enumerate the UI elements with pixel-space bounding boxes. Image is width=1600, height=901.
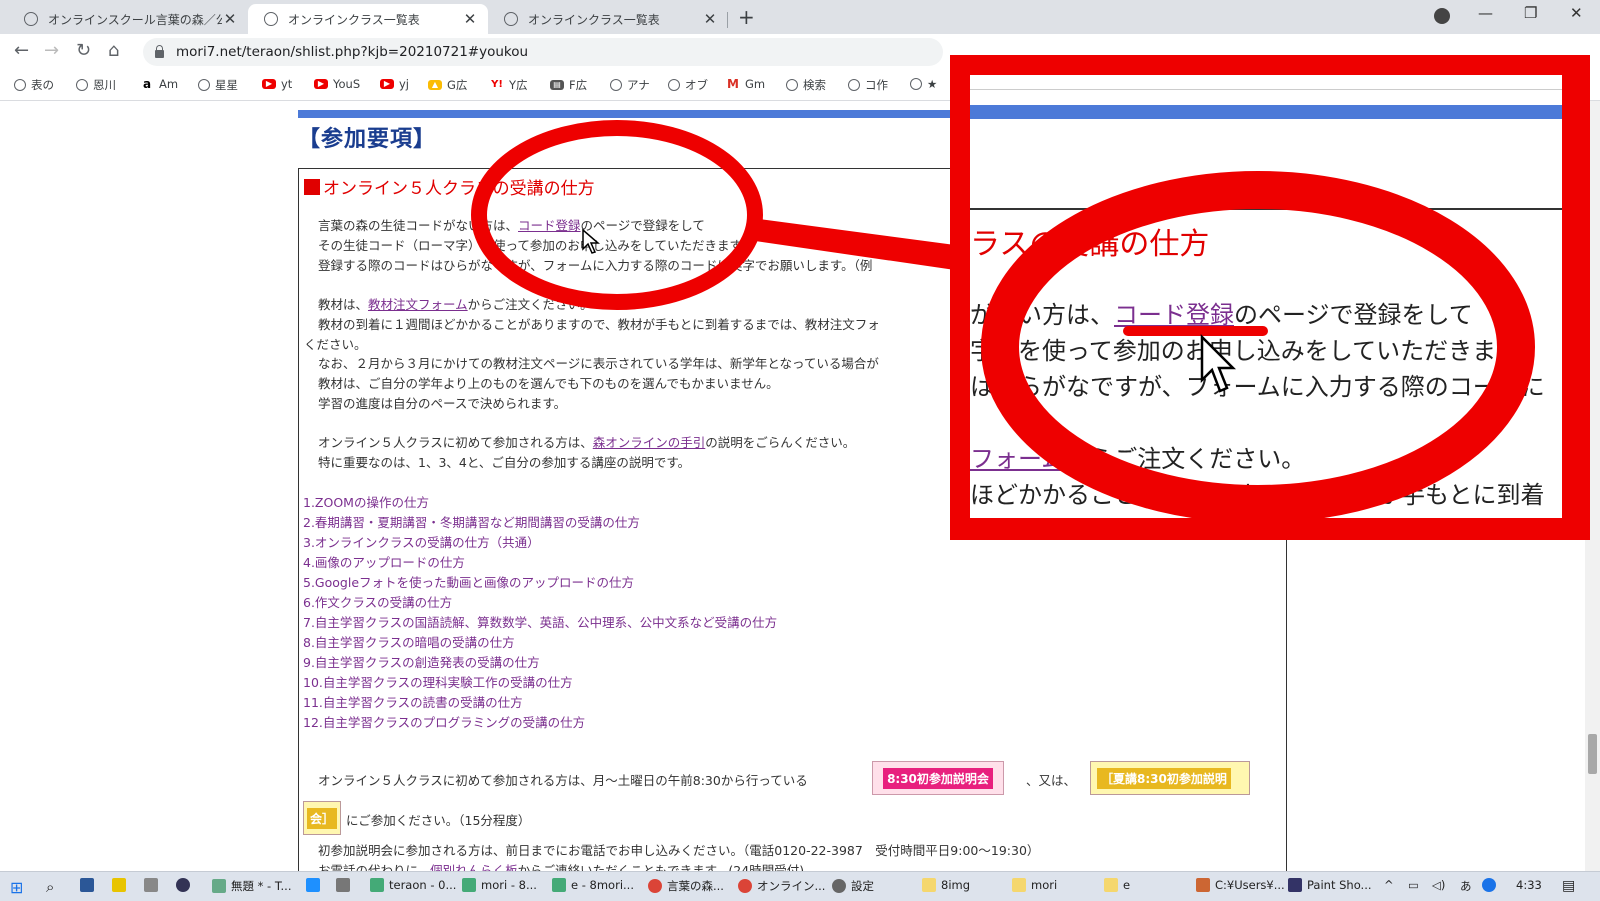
folder-icon (922, 878, 936, 892)
taskbar-item[interactable]: 8img (922, 878, 970, 892)
notification-icon[interactable]: ▤ (1562, 878, 1575, 894)
taskbar-item[interactable]: C:¥Users¥... (1196, 878, 1285, 892)
taskbar-label: mori (1031, 878, 1058, 892)
network-icon[interactable]: ▭ (1408, 878, 1419, 892)
taskbar-item[interactable]: e (1104, 878, 1130, 892)
zoom-callout: ラスの受講の仕方 がない方は、コード登録のページで登録をして 字）を使って参加の… (950, 55, 1590, 540)
taskbar-label: mori - 8... (481, 878, 537, 892)
taskbar-label: 言葉の森... (667, 879, 724, 893)
app-icon[interactable] (80, 878, 99, 892)
taskbar-label: 8img (941, 878, 971, 892)
tray-chevron-icon[interactable]: ^ (1384, 878, 1394, 892)
zoom-cursor-icon (1200, 333, 1237, 393)
app-icon[interactable] (336, 878, 355, 892)
taskbar-label: 無題 * - T... (231, 879, 292, 893)
zoom-circle (981, 171, 1535, 518)
taskbar-item[interactable]: 無題 * - T... (212, 878, 292, 894)
taskbar-item[interactable]: teraon - 0... (370, 878, 456, 892)
taskbar-label: e - 8mori... (571, 878, 634, 892)
taskbar-item[interactable]: 言葉の森... (648, 878, 724, 894)
zoom-view: ラスの受講の仕方 がない方は、コード登録のページで登録をして 字）を使って参加の… (970, 75, 1562, 518)
folder-icon (1104, 878, 1118, 892)
taskbar: ⊞ ⌕ 無題 * - T... teraon - 0... mori - 8..… (0, 871, 1600, 901)
taskbar-label: Paint Sho... (1307, 878, 1372, 892)
app-icon[interactable] (144, 878, 163, 892)
app-icon[interactable] (112, 878, 131, 892)
annotation-circle (471, 120, 763, 310)
folder-icon (1012, 878, 1026, 892)
taskbar-label: e (1123, 878, 1131, 892)
taskbar-item[interactable]: mori (1012, 878, 1057, 892)
taskbar-item[interactable]: 設定 (832, 878, 874, 894)
taskbar-label: C:¥Users¥... (1215, 878, 1285, 892)
ime-indicator[interactable]: あ (1460, 878, 1472, 894)
app-icon[interactable] (176, 878, 195, 892)
callout-connector (748, 218, 955, 270)
clock[interactable]: 4:33 (1516, 878, 1542, 892)
taskbar-label: teraon - 0... (389, 878, 457, 892)
taskbar-item[interactable]: Paint Sho... (1288, 878, 1372, 892)
taskbar-label: 設定 (851, 879, 874, 893)
search-icon[interactable]: ⌕ (46, 878, 54, 896)
taskbar-label: オンライン... (757, 879, 826, 893)
volume-icon[interactable]: ◁) (1432, 878, 1445, 892)
windows-start-icon[interactable]: ⊞ (10, 878, 23, 897)
taskbar-item[interactable]: e - 8mori... (552, 878, 634, 892)
app-icon[interactable] (306, 878, 325, 892)
taskbar-item[interactable]: オンライン... (738, 878, 825, 894)
taskbar-item[interactable]: mori - 8... (462, 878, 537, 892)
tray-app-icon[interactable] (1482, 878, 1501, 892)
zoom-annotation (981, 171, 1535, 518)
